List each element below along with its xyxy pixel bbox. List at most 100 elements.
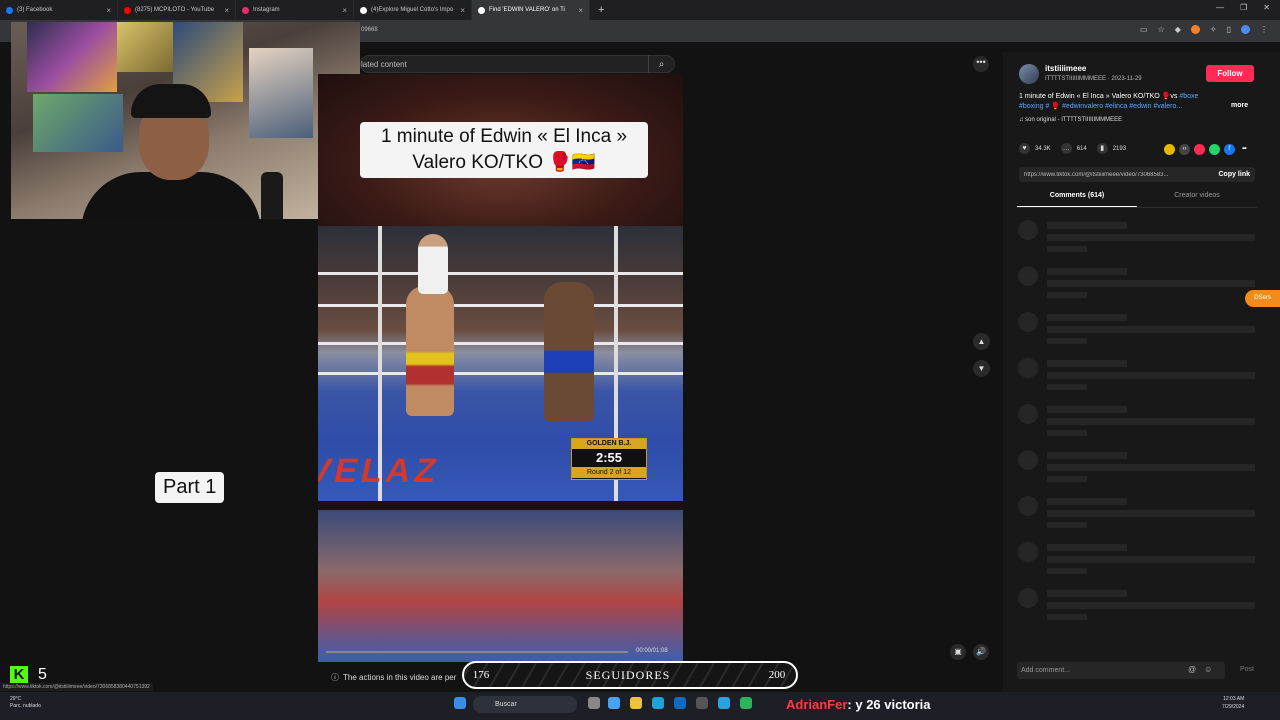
post-url[interactable]: https://www.tiktok.com/@itstiiiimeee/vid…	[1019, 172, 1209, 178]
save-stat[interactable]: ▮ 2193	[1096, 143, 1126, 154]
skeleton-line	[1047, 510, 1255, 517]
skeleton-line	[1047, 556, 1255, 563]
weather-temp: 29°C	[10, 696, 22, 702]
volume-icon[interactable]: 🔊	[973, 644, 989, 660]
store-icon[interactable]	[696, 697, 708, 709]
facebook-share-icon[interactable]: f	[1224, 144, 1235, 155]
post-button[interactable]: Post	[1240, 666, 1254, 673]
profile-icon[interactable]	[1241, 25, 1250, 34]
close-icon[interactable]: ×	[342, 6, 347, 15]
outlook-icon[interactable]	[674, 697, 686, 709]
username[interactable]: itstiiiimeee	[1045, 64, 1086, 73]
close-window-icon[interactable]: ✕	[1263, 3, 1270, 12]
comment-count: 614	[1076, 145, 1087, 152]
followers-current: 176	[472, 669, 490, 681]
skeleton-line	[1047, 568, 1087, 574]
file-explorer-icon[interactable]	[630, 697, 642, 709]
comment-icon[interactable]: …	[1060, 143, 1072, 154]
search-icon[interactable]: ⌕	[648, 55, 674, 73]
search-bar[interactable]: lated content ⌕	[360, 55, 675, 73]
more-button[interactable]: more	[1231, 102, 1248, 109]
weather-desc: Parc. nublado	[10, 703, 41, 709]
tab-tiktok-cotto[interactable]: (4)Explore Miguel Cotto's Impo ×	[354, 0, 472, 20]
mat-logo-text: VELAZ	[318, 452, 444, 490]
follow-button[interactable]: Follow	[1206, 65, 1254, 82]
like-stat[interactable]: ♥ 34.3K	[1019, 143, 1051, 154]
tab-comments[interactable]: Comments (614)	[1017, 192, 1137, 207]
star-icon[interactable]: ☆	[1158, 25, 1165, 34]
webcam-overlay	[11, 22, 360, 219]
tab-youtube[interactable]: (8275) MCPILOTO - YouTube ×	[118, 0, 236, 20]
dsers-badge[interactable]: DSers	[1245, 290, 1280, 307]
taskbar-clock[interactable]: 12:03 AM 7/29/2024	[1222, 695, 1244, 711]
new-tab-button[interactable]: +	[590, 4, 612, 16]
rss-icon[interactable]	[1190, 25, 1200, 34]
close-icon[interactable]: ×	[106, 6, 111, 15]
send-icon[interactable]	[1194, 144, 1205, 155]
puzzle-icon[interactable]: ✧	[1210, 25, 1217, 34]
address-text[interactable]: 09668	[361, 27, 378, 33]
more-options-icon[interactable]: •••	[973, 56, 989, 72]
comment-skeleton	[1018, 496, 1258, 536]
microphone	[261, 172, 283, 219]
taskbar-search[interactable]: Buscar	[473, 696, 577, 713]
pip-icon[interactable]: ▣	[950, 644, 966, 660]
maximize-icon[interactable]: ❐	[1240, 3, 1247, 12]
tab-facebook[interactable]: (3) Facebook ×	[0, 0, 118, 20]
skeleton-line	[1047, 292, 1087, 298]
video-player[interactable]: 1 minute of Edwin « El Inca » Valero KO/…	[318, 74, 683, 662]
skeleton-line	[1047, 614, 1087, 620]
embed-icon[interactable]: ‹›	[1179, 144, 1190, 155]
video-bottom-frame	[318, 510, 683, 662]
avatar[interactable]	[1019, 64, 1039, 84]
bookmark-icon[interactable]: ▮	[1096, 143, 1108, 154]
skeleton-line	[1047, 452, 1127, 459]
tab-tiktok-valero[interactable]: Find 'EDWIN VALERO' on Ti ×	[472, 0, 590, 20]
kick-viewer-count: K 5	[10, 666, 47, 684]
edge-icon[interactable]	[652, 697, 664, 709]
skeleton-line	[1047, 280, 1255, 287]
comment-stat[interactable]: … 614	[1060, 143, 1087, 154]
sidebar-icon[interactable]: ▯	[1227, 25, 1231, 34]
tab-instagram[interactable]: Instagram ×	[236, 0, 354, 20]
comment-skeleton	[1018, 542, 1258, 582]
skeleton-line	[1047, 314, 1127, 321]
whatsapp-icon[interactable]	[1209, 144, 1220, 155]
telegram-icon[interactable]	[718, 697, 730, 709]
share-arrow-icon[interactable]: ➦	[1239, 144, 1250, 155]
heart-icon[interactable]: ♥	[1019, 143, 1030, 154]
info-icon: ⓘ	[331, 673, 339, 682]
close-icon[interactable]: ×	[578, 6, 583, 15]
tab-creator-videos[interactable]: Creator videos	[1137, 192, 1257, 207]
copy-link-button[interactable]: Copy link	[1218, 171, 1255, 178]
tab-label: Instagram	[253, 7, 280, 13]
menu-icon[interactable]: ⋮	[1260, 25, 1268, 34]
youtube-icon	[124, 6, 131, 14]
emoji-icon[interactable]: ☺	[1204, 665, 1212, 674]
chevron-down-icon[interactable]: ▼	[973, 360, 990, 377]
task-view-icon[interactable]	[588, 697, 600, 709]
extension-icon[interactable]: ◆	[1175, 25, 1181, 34]
close-icon[interactable]: ×	[460, 6, 465, 15]
app-icon[interactable]	[740, 697, 752, 709]
boxer-left	[406, 286, 454, 416]
video-progress-bar[interactable]	[326, 651, 628, 653]
weather-widget[interactable]: 29°C Parc. nublado	[10, 696, 41, 710]
skeleton-avatar	[1018, 542, 1038, 562]
facebook-icon	[6, 6, 13, 14]
video-time: 00:00/01:08	[636, 648, 668, 654]
install-icon[interactable]: ▭	[1140, 25, 1148, 34]
skeleton-line	[1047, 498, 1127, 505]
search-label[interactable]: lated content	[361, 60, 407, 69]
close-icon[interactable]: ×	[224, 6, 229, 15]
sound-line[interactable]: ♫ son original - ITTTTSTIIIIIIMMMEEE	[1019, 117, 1122, 123]
coin-icon[interactable]	[1164, 144, 1175, 155]
minimize-icon[interactable]: —	[1216, 3, 1224, 12]
poster	[33, 94, 123, 152]
followers-goal: 200	[768, 669, 786, 681]
mention-icon[interactable]: @	[1188, 665, 1196, 674]
widgets-icon[interactable]	[608, 697, 620, 709]
comment-skeleton	[1018, 266, 1258, 306]
chevron-up-icon[interactable]: ▲	[973, 333, 990, 350]
windows-start-icon[interactable]	[454, 697, 466, 709]
